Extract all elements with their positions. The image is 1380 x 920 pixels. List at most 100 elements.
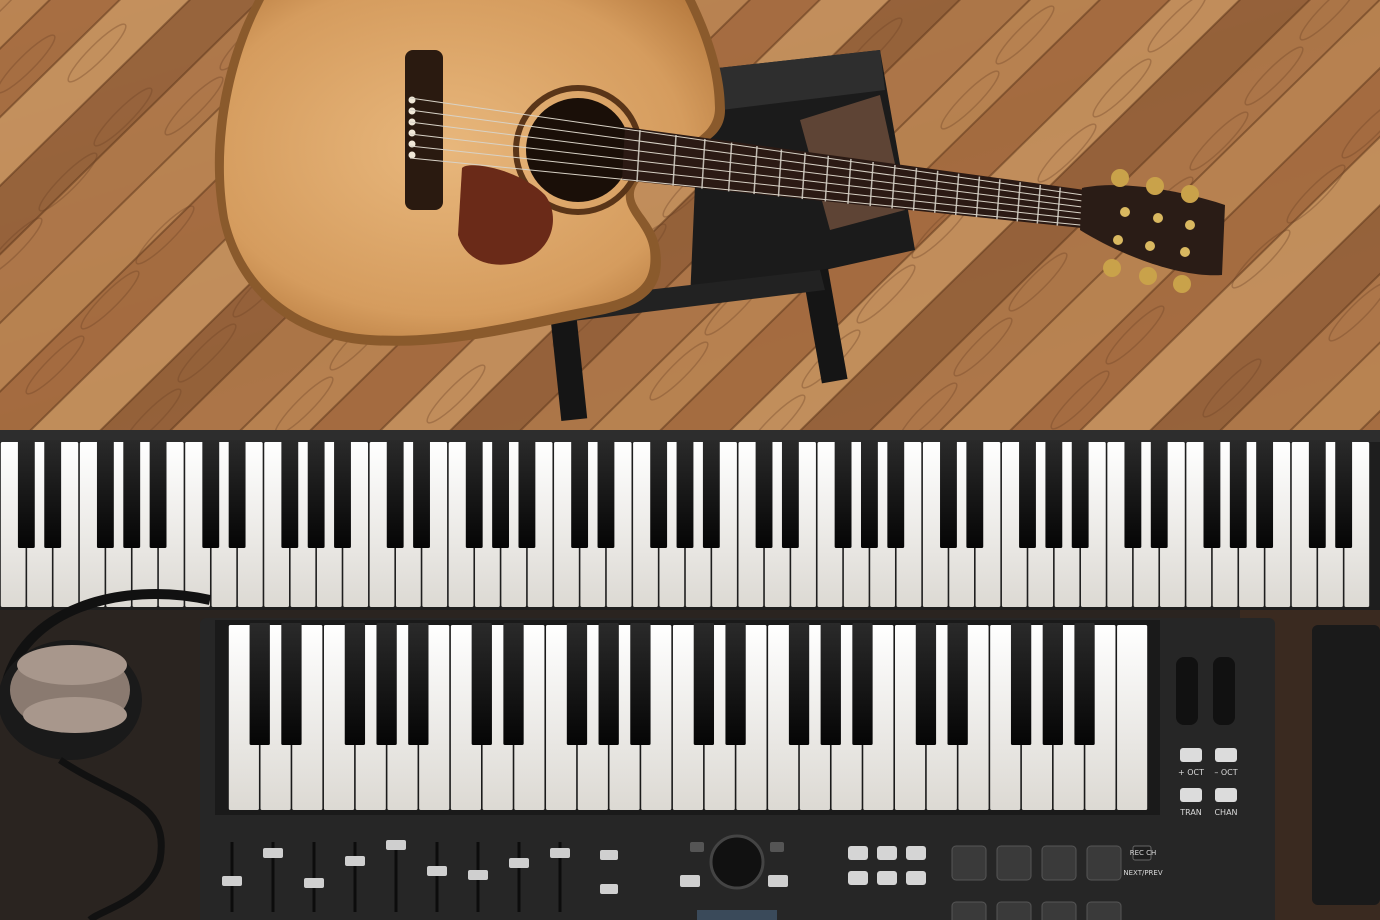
transpose-button[interactable]	[1180, 788, 1202, 802]
black-key[interactable]	[123, 440, 141, 548]
fader-track	[435, 842, 439, 912]
black-key[interactable]	[307, 440, 325, 548]
black-key[interactable]	[860, 440, 878, 548]
bridge-pin	[408, 129, 416, 137]
black-key[interactable]	[693, 623, 715, 745]
black-key[interactable]	[947, 623, 968, 745]
black-key[interactable]	[503, 623, 524, 745]
fader-cap[interactable]	[427, 866, 447, 876]
black-key[interactable]	[1074, 623, 1095, 745]
black-key[interactable]	[386, 440, 404, 548]
tuner-peg	[1103, 259, 1121, 277]
black-key[interactable]	[96, 440, 114, 548]
octave-down-button[interactable]	[1215, 748, 1237, 762]
black-key[interactable]	[650, 440, 668, 548]
rec-ch-label: REC CH	[1130, 849, 1157, 857]
black-key[interactable]	[492, 440, 510, 548]
black-key[interactable]	[676, 440, 694, 548]
drum-pad[interactable]	[996, 845, 1032, 881]
black-key[interactable]	[249, 623, 270, 745]
transport-button[interactable]	[906, 846, 926, 860]
black-key[interactable]	[1150, 440, 1168, 548]
fader-cap[interactable]	[550, 848, 570, 858]
fader-side-button[interactable]	[600, 884, 618, 894]
channel-label: CHAN	[1214, 808, 1237, 817]
pitch-wheel[interactable]	[1176, 657, 1198, 725]
nav-left-button[interactable]	[680, 875, 700, 887]
black-key[interactable]	[725, 623, 746, 745]
black-key[interactable]	[597, 440, 615, 548]
black-key[interactable]	[781, 440, 799, 548]
black-key[interactable]	[834, 440, 852, 548]
black-key[interactable]	[702, 440, 720, 548]
white-key[interactable]	[1117, 625, 1148, 810]
black-key[interactable]	[1229, 440, 1247, 548]
fader-cap[interactable]	[468, 870, 488, 880]
channel-button[interactable]	[1215, 788, 1237, 802]
black-key[interactable]	[408, 623, 429, 745]
black-key[interactable]	[852, 623, 873, 745]
black-key[interactable]	[915, 623, 937, 745]
black-key[interactable]	[755, 440, 773, 548]
octave-up-button[interactable]	[1180, 748, 1202, 762]
drum-pad[interactable]	[1086, 901, 1122, 920]
black-key[interactable]	[630, 623, 651, 745]
fader-cap[interactable]	[345, 856, 365, 866]
black-key[interactable]	[1042, 623, 1063, 745]
transport-button[interactable]	[906, 871, 926, 885]
fader-cap[interactable]	[222, 876, 242, 886]
black-key[interactable]	[149, 440, 167, 548]
fader-cap[interactable]	[509, 858, 529, 868]
transport-button[interactable]	[877, 871, 897, 885]
black-key[interactable]	[465, 440, 483, 548]
drum-pad[interactable]	[1041, 901, 1077, 920]
black-key[interactable]	[17, 440, 35, 548]
black-key[interactable]	[820, 623, 841, 745]
drum-pad[interactable]	[1041, 845, 1077, 881]
black-key[interactable]	[281, 440, 299, 548]
bridge-pin	[408, 151, 416, 159]
black-key[interactable]	[1335, 440, 1353, 548]
black-key[interactable]	[44, 440, 62, 548]
black-key[interactable]	[1071, 440, 1089, 548]
transport-button[interactable]	[848, 846, 868, 860]
black-key[interactable]	[1308, 440, 1326, 548]
black-key[interactable]	[788, 623, 810, 745]
nav-right-button[interactable]	[768, 875, 788, 887]
black-key[interactable]	[471, 623, 492, 745]
encoder-knob[interactable]	[709, 834, 765, 890]
black-key[interactable]	[334, 440, 351, 548]
mod-wheel[interactable]	[1213, 657, 1235, 725]
transport-button[interactable]	[877, 846, 897, 860]
black-key[interactable]	[344, 623, 366, 745]
black-key[interactable]	[1019, 440, 1036, 548]
black-key[interactable]	[566, 623, 588, 745]
fader-cap[interactable]	[386, 840, 406, 850]
fader-cap[interactable]	[304, 878, 324, 888]
black-key[interactable]	[376, 623, 397, 745]
black-key[interactable]	[1256, 440, 1274, 548]
black-key[interactable]	[571, 440, 589, 548]
black-key[interactable]	[940, 440, 957, 548]
black-key[interactable]	[1203, 440, 1221, 548]
black-key[interactable]	[1124, 440, 1142, 548]
bridge-pin	[408, 96, 416, 104]
black-key[interactable]	[518, 440, 536, 548]
transport-button[interactable]	[848, 871, 868, 885]
drum-pad[interactable]	[951, 845, 987, 881]
black-key[interactable]	[887, 440, 905, 548]
black-key[interactable]	[413, 440, 430, 548]
black-key[interactable]	[202, 440, 220, 548]
black-key[interactable]	[598, 623, 619, 745]
black-key[interactable]	[228, 440, 246, 548]
fader-cap[interactable]	[263, 848, 283, 858]
fader-side-button[interactable]	[600, 850, 618, 860]
black-key[interactable]	[1010, 623, 1032, 745]
drum-pad[interactable]	[996, 901, 1032, 920]
black-key[interactable]	[1045, 440, 1063, 548]
drum-pad[interactable]	[951, 901, 987, 920]
black-key[interactable]	[281, 623, 302, 745]
drum-pad[interactable]	[1086, 845, 1122, 881]
black-key[interactable]	[966, 440, 984, 548]
fader-track	[353, 842, 357, 912]
